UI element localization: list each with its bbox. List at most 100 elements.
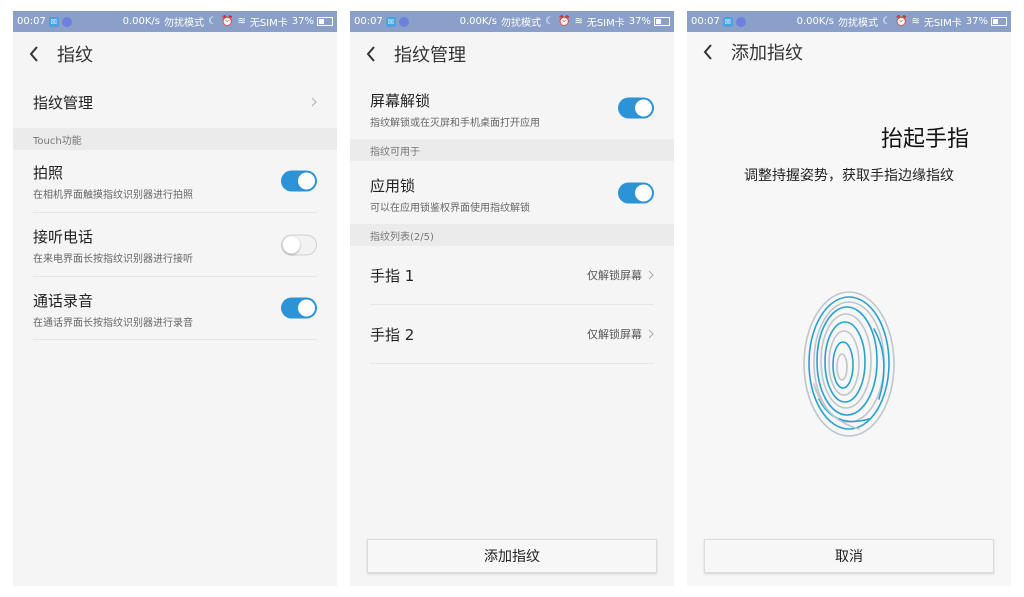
toggle-knob — [635, 99, 652, 116]
fingerprint-settings-screen: 00:07 ☒ 0.00K/s 勿扰模式 ☾ ⏰ ≋ 无SIM卡 37% 指纹 … — [13, 11, 337, 586]
back-icon — [366, 46, 375, 62]
add-fingerprint-screen: 00:07 ☒ 0.00K/s 勿扰模式 ☾ ⏰ ≋ 无SIM卡 37% 添加指… — [687, 11, 1011, 586]
battery-percent: 37% — [291, 16, 314, 27]
network-speed: 0.00K/s — [459, 16, 498, 27]
setting-description: 在相机界面触摸指纹识别器进行拍照 — [33, 190, 193, 201]
chevron-right-icon — [648, 329, 654, 339]
finger-name: 手指 1 — [370, 266, 415, 285]
finger-name: 手指 2 — [370, 325, 415, 344]
notification-app-icon — [398, 16, 409, 27]
setting-row-call-recording: 通话录音 在通话界面长按指纹识别器进行录音 — [33, 277, 317, 340]
setting-title: 接听电话 — [33, 228, 94, 246]
dnd-label: 勿扰模式 — [501, 18, 542, 29]
dnd-label: 勿扰模式 — [164, 18, 205, 29]
lift-finger-prompt: 抬起手指 — [880, 127, 969, 152]
notification-app-icon: ☒ — [722, 16, 733, 27]
header: 指纹管理 — [350, 32, 674, 76]
dnd-label: 勿扰模式 — [838, 18, 879, 29]
status-time: 00:07 — [354, 16, 383, 27]
network-speed: 0.00K/s — [796, 16, 835, 27]
setting-description: 指纹解锁或在灭屏和手机桌面打开应用 — [370, 118, 540, 129]
setting-description: 在通话界面长按指纹识别器进行录音 — [33, 318, 193, 329]
notification-app-icon: ☒ — [48, 16, 59, 27]
fingerprint-list-item[interactable]: 手指 1 仅解锁屏幕 — [370, 246, 654, 305]
toggle-knob — [635, 184, 652, 201]
alarm-icon: ⏰ — [557, 16, 571, 27]
setting-title: 应用锁 — [370, 177, 416, 195]
battery-icon — [654, 17, 670, 26]
moon-icon: ☾ — [545, 16, 554, 27]
toggle-knob — [298, 172, 315, 190]
section-header-usable-for: 指纹可用于 — [350, 139, 674, 161]
setting-description: 在来电界面长按指纹识别器进行接听 — [33, 254, 193, 265]
notification-app-icon — [61, 16, 72, 27]
row-right — [281, 234, 317, 255]
cancel-button[interactable]: 取消 — [704, 539, 994, 573]
page-title: 添加指纹 — [731, 43, 803, 64]
wifi-icon: ≋ — [911, 16, 920, 27]
app-lock-toggle[interactable] — [618, 182, 654, 203]
wifi-icon: ≋ — [574, 16, 583, 27]
toggle-knob — [283, 236, 300, 253]
toggle-knob — [298, 299, 315, 317]
setting-title: 通话录音 — [33, 292, 94, 310]
setting-row-app-lock: 应用锁 可以在应用锁鉴权界面使用指纹解锁 — [370, 161, 654, 224]
row-right — [618, 182, 654, 203]
back-icon — [703, 44, 712, 60]
back-button[interactable] — [19, 32, 49, 76]
status-bar: 00:07 ☒ 0.00K/s 勿扰模式 ☾ ⏰ ≋ 无SIM卡 37% — [687, 11, 1011, 32]
setting-row-photo: 拍照 在相机界面触摸指纹识别器进行拍照 — [33, 150, 317, 213]
row-right — [281, 170, 317, 192]
fingerprint-management-item[interactable]: 指纹管理 — [33, 76, 317, 128]
setting-row-answer-call: 接听电话 在来电界面长按指纹识别器进行接听 — [33, 213, 317, 277]
battery-icon — [317, 17, 333, 26]
fingerprint-management-screen: 00:07 ☒ 0.00K/s 勿扰模式 ☾ ⏰ ≋ 无SIM卡 37% 指纹管… — [350, 11, 674, 586]
status-time: 00:07 — [691, 16, 720, 27]
network-speed: 0.00K/s — [122, 16, 161, 27]
photo-toggle[interactable] — [281, 170, 317, 192]
back-button[interactable] — [356, 32, 386, 76]
page-title: 指纹 — [57, 45, 93, 66]
row-right — [618, 97, 654, 118]
header: 指纹 — [13, 32, 337, 76]
sim-status: 无SIM卡 — [586, 18, 625, 29]
row-right — [281, 297, 317, 319]
call-recording-toggle[interactable] — [281, 297, 317, 319]
setting-title: 屏幕解锁 — [370, 92, 431, 110]
chevron-right-icon — [311, 97, 317, 107]
battery-percent: 37% — [628, 16, 651, 27]
screen-unlock-toggle[interactable] — [618, 97, 654, 118]
fingerprint-management-label: 指纹管理 — [33, 93, 94, 112]
add-fingerprint-button[interactable]: 添加指纹 — [367, 539, 657, 573]
fingerprint-icon — [803, 291, 895, 437]
page-title: 指纹管理 — [394, 45, 466, 66]
setting-row-screen-unlock: 屏幕解锁 指纹解锁或在灭屏和手机桌面打开应用 — [370, 76, 654, 139]
sim-status: 无SIM卡 — [923, 18, 962, 29]
alarm-icon: ⏰ — [220, 16, 234, 27]
moon-icon: ☾ — [882, 16, 891, 27]
section-header-fingerprint-list: 指纹列表(2/5) — [350, 224, 674, 246]
fingerprint-list-item[interactable]: 手指 2 仅解锁屏幕 — [370, 305, 654, 364]
status-bar: 00:07 ☒ 0.00K/s 勿扰模式 ☾ ⏰ ≋ 无SIM卡 37% — [13, 11, 337, 32]
wifi-icon: ≋ — [237, 16, 246, 27]
finger-usage: 仅解锁屏幕 — [587, 269, 642, 282]
row-right: 仅解锁屏幕 — [587, 326, 654, 342]
row-right: 仅解锁屏幕 — [587, 267, 654, 283]
notification-app-icon — [735, 16, 746, 27]
status-bar: 00:07 ☒ 0.00K/s 勿扰模式 ☾ ⏰ ≋ 无SIM卡 37% — [350, 11, 674, 32]
battery-icon — [991, 17, 1007, 26]
back-button[interactable] — [693, 32, 723, 72]
row-right — [311, 97, 317, 107]
setting-description: 可以在应用锁鉴权界面使用指纹解锁 — [370, 203, 530, 214]
status-time: 00:07 — [17, 16, 46, 27]
moon-icon: ☾ — [208, 16, 217, 27]
alarm-icon: ⏰ — [894, 16, 908, 27]
notification-app-icon: ☒ — [385, 16, 396, 27]
setting-title: 拍照 — [33, 164, 64, 182]
chevron-right-icon — [648, 270, 654, 280]
back-icon — [29, 46, 38, 62]
section-header-touch: Touch功能 — [13, 128, 337, 150]
instruction-text: 调整持握姿势，获取手指边缘指纹 — [744, 168, 954, 184]
answer-call-toggle[interactable] — [281, 234, 317, 255]
header: 添加指纹 — [687, 32, 1011, 72]
